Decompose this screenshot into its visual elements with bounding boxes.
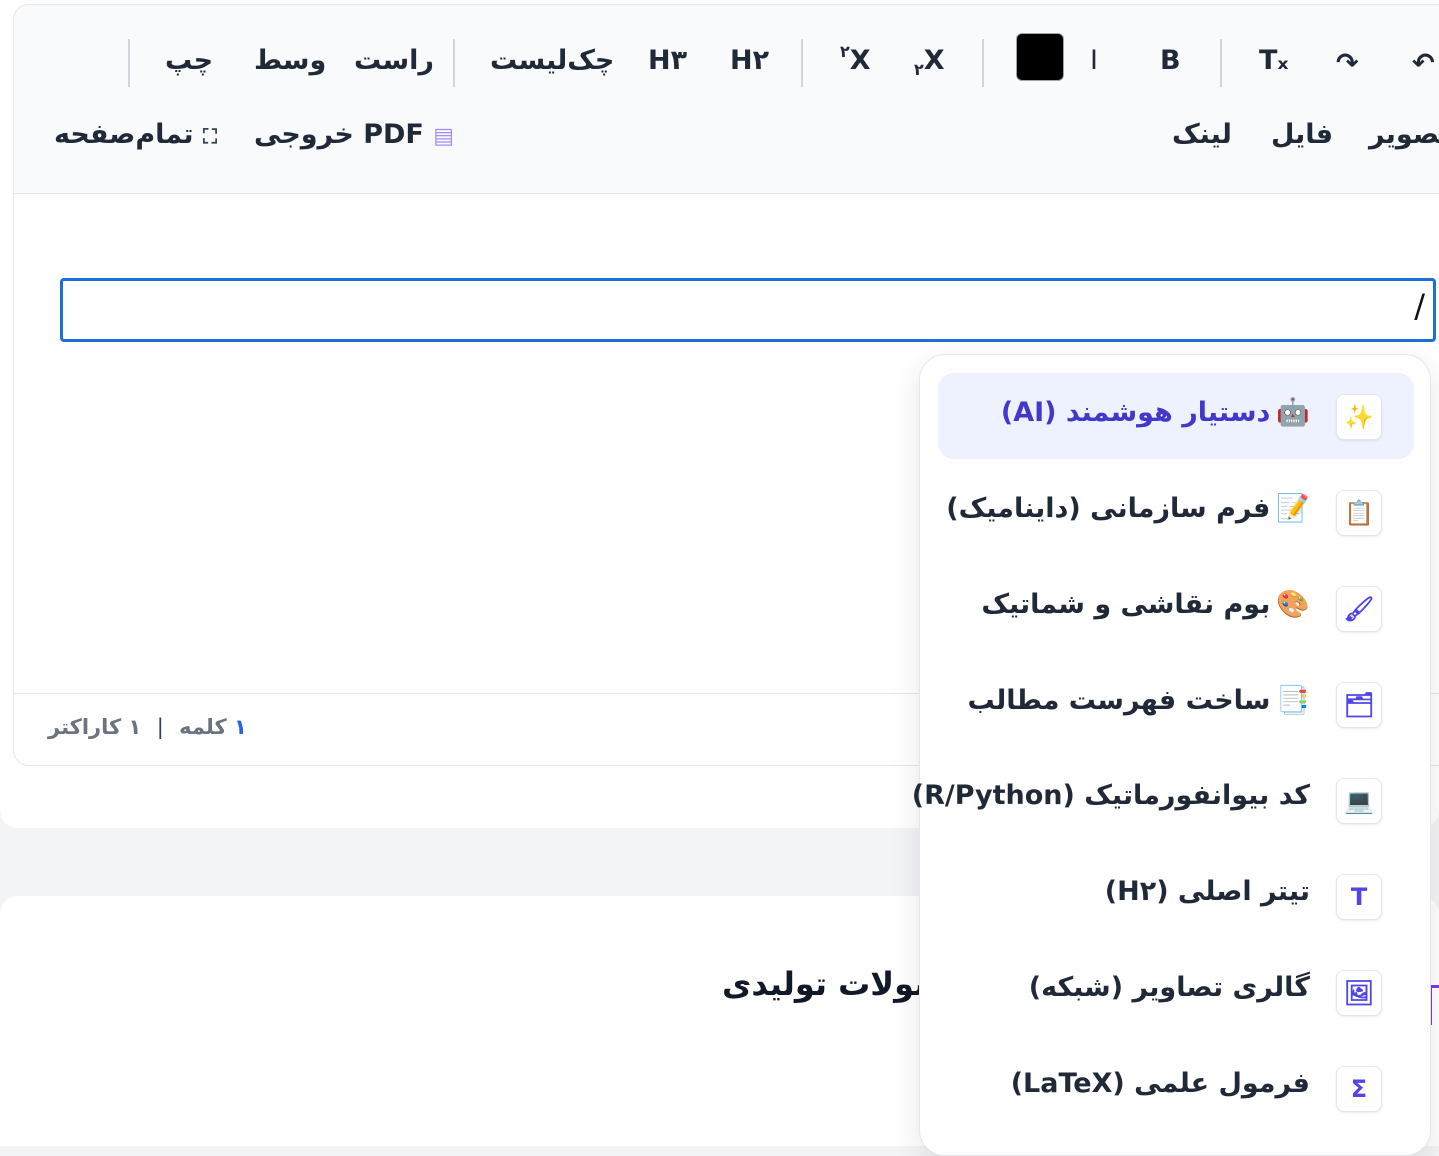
insert-link-button[interactable]: لینک xyxy=(1172,121,1232,148)
menu-item-image-gallery[interactable]: 🖼 گالری تصاویر (شبکه) xyxy=(938,949,1414,1035)
menu-item-label: گالری تصاویر (شبکه) xyxy=(1028,972,1310,1003)
checklist-button[interactable]: چک‌لیست xyxy=(490,47,614,74)
redo-button[interactable]: ↷ xyxy=(1336,50,1359,77)
bold-button[interactable]: B xyxy=(1160,47,1181,74)
menu-item-label: 🤖دستیار هوشمند (AI) xyxy=(1000,397,1310,428)
document-icon: ▤ xyxy=(433,124,455,149)
word-count-number: ۱ xyxy=(234,715,247,739)
export-pdf-button[interactable]: خروجی PDF ▤ xyxy=(254,121,454,148)
insert-image-button[interactable]: تصویر xyxy=(1369,121,1439,148)
sigma-icon: Σ xyxy=(1336,1066,1382,1112)
folder-icon: 🗂 xyxy=(1336,682,1382,728)
subscript-button[interactable]: ۲X xyxy=(914,45,945,78)
slash-command-menu: ✨ 🤖دستیار هوشمند (AI) 📋 📝فرم سازمانی (دا… xyxy=(912,354,1431,1156)
align-left-button[interactable]: چپ xyxy=(165,47,213,74)
clear-format-button[interactable]: Tₓ xyxy=(1259,47,1289,74)
counter-separator: | xyxy=(156,715,164,739)
heading3-button[interactable]: H۳ xyxy=(648,47,687,74)
undo-button[interactable]: ↶ xyxy=(1412,50,1435,77)
superscript-base: X xyxy=(849,45,871,76)
editor-content-block[interactable]: / xyxy=(60,278,1436,342)
menu-item-label: کد بیوانفورماتیک (R/Python) xyxy=(911,780,1310,811)
clipboard-icon: 📋 xyxy=(1336,490,1382,536)
insert-file-button[interactable]: فایل xyxy=(1271,121,1333,148)
menu-item-label: تیتر اصلی (H۲) xyxy=(1104,876,1310,907)
menu-item-label: فرمول علمی (LaTeX) xyxy=(1010,1068,1310,1099)
robot-icon: 🤖 xyxy=(1276,397,1310,428)
fullscreen-label: تمام‌صفحه xyxy=(54,119,194,150)
heading2-button[interactable]: H۲ xyxy=(730,47,769,74)
italic-button[interactable]: I xyxy=(1090,47,1098,74)
subscript-mark: ۲ xyxy=(914,60,924,79)
word-count-label: کلمه xyxy=(179,715,227,739)
menu-item-latex-formula[interactable]: Σ فرمول علمی (LaTeX) xyxy=(938,1045,1414,1131)
superscript-mark: ۲ xyxy=(840,42,850,61)
brush-icon: 🖌 xyxy=(1336,586,1382,632)
menu-item-label: 🎨بوم نقاشی و شماتیک xyxy=(981,589,1310,620)
toolbar-divider xyxy=(801,39,803,87)
toolbar-divider xyxy=(128,39,130,87)
word-char-counter: ۱ کلمه | ۱ کاراکتر xyxy=(48,715,247,739)
menu-item-canvas[interactable]: 🖌 🎨بوم نقاشی و شماتیک xyxy=(938,565,1414,651)
sparkles-icon: ✨ xyxy=(1336,394,1382,440)
char-count: ۱ کاراکتر xyxy=(48,715,142,739)
menu-item-dynamic-form[interactable]: 📋 📝فرم سازمانی (داینامیک) xyxy=(938,469,1414,555)
text-color-picker[interactable] xyxy=(1016,33,1064,81)
gallery-icon: 🖼 xyxy=(1336,970,1382,1016)
superscript-button[interactable]: ۲X xyxy=(840,44,871,76)
palette-icon: 🎨 xyxy=(1276,589,1310,620)
menu-item-main-heading[interactable]: T تیتر اصلی (H۲) xyxy=(938,853,1414,939)
bookmark-tabs-icon: 📑 xyxy=(1276,685,1310,716)
menu-item-ai-assistant[interactable]: ✨ 🤖دستیار هوشمند (AI) xyxy=(938,373,1414,459)
export-pdf-label: خروجی PDF xyxy=(254,119,424,150)
menu-item-label: 📝فرم سازمانی (داینامیک) xyxy=(946,493,1310,524)
subscript-base: X xyxy=(923,45,945,76)
menu-item-label: 📑ساخت فهرست مطالب xyxy=(967,685,1310,716)
menu-item-toc[interactable]: 🗂 📑ساخت فهرست مطالب xyxy=(938,661,1414,747)
editor-text: / xyxy=(1414,287,1425,325)
fullscreen-button[interactable]: تمام‌صفحه ⛶ xyxy=(54,121,217,148)
align-right-button[interactable]: راست xyxy=(354,47,434,74)
editor-toolbar: ↶ ↷ Tₓ B I ۲X ۲X H۲ H۳ چک‌لیست راست وسط … xyxy=(14,5,1439,194)
text-t-icon: T xyxy=(1336,874,1382,920)
menu-item-bioinformatics-code[interactable]: 💻 کد بیوانفورماتیک (R/Python) xyxy=(912,757,1414,843)
toolbar-divider xyxy=(1220,39,1222,87)
align-center-button[interactable]: وسط xyxy=(254,47,326,74)
fullscreen-icon: ⛶ xyxy=(202,124,217,148)
memo-icon: 📝 xyxy=(1276,493,1310,524)
toolbar-divider xyxy=(982,39,984,87)
laptop-icon: 💻 xyxy=(1336,778,1382,824)
toolbar-divider xyxy=(453,39,455,87)
section-title: سولات تولیدی xyxy=(722,965,946,1003)
